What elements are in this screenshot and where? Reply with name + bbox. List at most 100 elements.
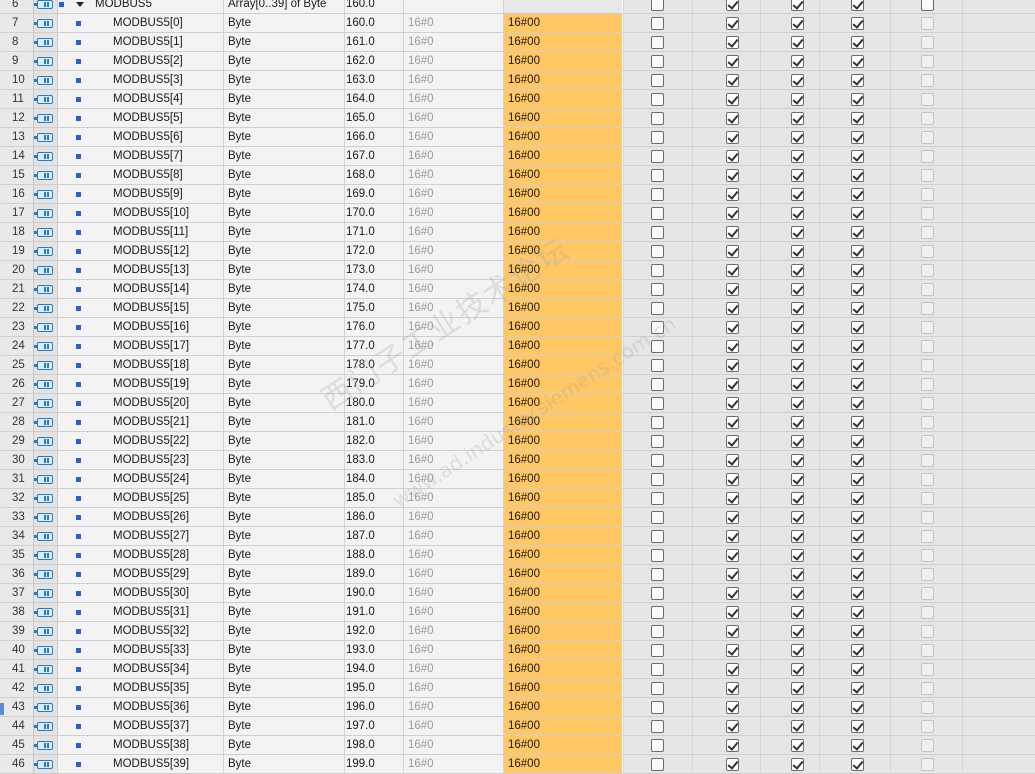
writable-from-hmi-checkbox[interactable] [791,359,804,372]
accessible-from-hmi-checkbox[interactable] [726,416,739,429]
accessible-from-hmi-checkbox[interactable] [726,587,739,600]
name-cell[interactable]: MODBUS5[11] [90,223,224,241]
retain-checkbox[interactable] [651,36,664,49]
retain-checkbox[interactable] [651,226,664,239]
name-cell[interactable]: MODBUS5[26] [90,508,224,526]
retain-checkbox[interactable] [651,188,664,201]
visible-in-hmi-checkbox[interactable] [851,568,864,581]
accessible-from-hmi-checkbox[interactable] [726,663,739,676]
visible-in-hmi-checkbox[interactable] [851,340,864,353]
retain-checkbox[interactable] [651,17,664,30]
writable-from-hmi-checkbox[interactable] [791,663,804,676]
start-value-cell[interactable]: 16#0 [404,432,504,450]
table-row[interactable]: 35 MODBUS5[28] Byte 188.0 16#0 16#00 [0,546,1035,565]
data-type-cell[interactable]: Byte [224,527,345,545]
accessible-from-hmi-checkbox[interactable] [726,644,739,657]
accessible-from-hmi-checkbox[interactable] [726,473,739,486]
table-row[interactable]: 43 MODBUS5[36] Byte 196.0 16#0 16#00 [0,698,1035,717]
retain-checkbox[interactable] [651,264,664,277]
name-cell[interactable]: MODBUS5[17] [90,337,224,355]
data-type-cell[interactable]: Byte [224,223,345,241]
table-row[interactable]: 44 MODBUS5[37] Byte 197.0 16#0 16#00 [0,717,1035,736]
writable-from-hmi-checkbox[interactable] [791,416,804,429]
name-cell[interactable]: MODBUS5[5] [90,109,224,127]
visible-in-hmi-checkbox[interactable] [851,0,864,11]
start-value-cell[interactable]: 16#0 [404,52,504,70]
table-row[interactable]: 42 MODBUS5[35] Byte 195.0 16#0 16#00 [0,679,1035,698]
visible-in-hmi-checkbox[interactable] [851,644,864,657]
visible-in-hmi-checkbox[interactable] [851,17,864,30]
accessible-from-hmi-checkbox[interactable] [726,454,739,467]
name-cell[interactable]: MODBUS5[9] [90,185,224,203]
start-value-cell[interactable]: 16#0 [404,261,504,279]
name-cell[interactable]: MODBUS5[37] [90,717,224,735]
start-value-cell[interactable]: 16#0 [404,394,504,412]
retain-checkbox[interactable] [651,93,664,106]
name-cell[interactable]: MODBUS5[39] [90,755,224,773]
retain-checkbox[interactable] [651,207,664,220]
retain-checkbox[interactable] [651,378,664,391]
start-value-cell[interactable]: 16#0 [404,736,504,754]
name-cell[interactable]: MODBUS5[30] [90,584,224,602]
start-value-cell[interactable]: 16#0 [404,318,504,336]
accessible-from-hmi-checkbox[interactable] [726,169,739,182]
retain-checkbox[interactable] [651,473,664,486]
start-value-cell[interactable]: 16#0 [404,755,504,773]
visible-in-hmi-checkbox[interactable] [851,321,864,334]
name-cell[interactable]: MODBUS5[33] [90,641,224,659]
accessible-from-hmi-checkbox[interactable] [726,378,739,391]
data-type-cell[interactable]: Byte [224,603,345,621]
start-value-cell[interactable]: 16#0 [404,71,504,89]
writable-from-hmi-checkbox[interactable] [791,93,804,106]
data-type-cell[interactable]: Byte [224,280,345,298]
writable-from-hmi-checkbox[interactable] [791,36,804,49]
table-row[interactable]: 16 MODBUS5[9] Byte 169.0 16#0 16#00 [0,185,1035,204]
data-type-cell[interactable]: Byte [224,318,345,336]
table-row[interactable]: 17 MODBUS5[10] Byte 170.0 16#0 16#00 [0,204,1035,223]
data-type-cell[interactable]: Byte [224,147,345,165]
start-value-cell[interactable]: 16#0 [404,14,504,32]
retain-checkbox[interactable] [651,397,664,410]
name-cell[interactable]: MODBUS5[13] [90,261,224,279]
start-value-cell[interactable] [404,0,504,13]
visible-in-hmi-checkbox[interactable] [851,36,864,49]
start-value-cell[interactable]: 16#0 [404,242,504,260]
writable-from-hmi-checkbox[interactable] [791,492,804,505]
data-type-cell[interactable]: Byte [224,375,345,393]
retain-checkbox[interactable] [651,340,664,353]
writable-from-hmi-checkbox[interactable] [791,302,804,315]
data-type-cell[interactable]: Byte [224,109,345,127]
table-row[interactable]: 40 MODBUS5[33] Byte 193.0 16#0 16#00 [0,641,1035,660]
visible-in-hmi-checkbox[interactable] [851,188,864,201]
writable-from-hmi-checkbox[interactable] [791,739,804,752]
start-value-cell[interactable]: 16#0 [404,185,504,203]
start-value-cell[interactable]: 16#0 [404,546,504,564]
retain-checkbox[interactable] [651,511,664,524]
writable-from-hmi-checkbox[interactable] [791,625,804,638]
table-row[interactable]: 19 MODBUS5[12] Byte 172.0 16#0 16#00 [0,242,1035,261]
start-value-cell[interactable]: 16#0 [404,204,504,222]
writable-from-hmi-checkbox[interactable] [791,549,804,562]
setpoint-checkbox[interactable] [921,0,934,11]
data-type-cell[interactable]: Byte [224,660,345,678]
name-cell[interactable]: MODBUS5[1] [90,33,224,51]
table-row[interactable]: 46 MODBUS5[39] Byte 199.0 16#0 16#00 [0,755,1035,774]
data-type-cell[interactable]: Byte [224,242,345,260]
data-type-cell[interactable]: Byte [224,204,345,222]
accessible-from-hmi-checkbox[interactable] [726,701,739,714]
start-value-cell[interactable]: 16#0 [404,679,504,697]
visible-in-hmi-checkbox[interactable] [851,169,864,182]
accessible-from-hmi-checkbox[interactable] [726,359,739,372]
table-row[interactable]: 11 MODBUS5[4] Byte 164.0 16#0 16#00 [0,90,1035,109]
writable-from-hmi-checkbox[interactable] [791,720,804,733]
retain-checkbox[interactable] [651,549,664,562]
table-row[interactable]: 7 MODBUS5[0] Byte 160.0 16#0 16#00 [0,14,1035,33]
accessible-from-hmi-checkbox[interactable] [726,758,739,771]
data-type-cell[interactable]: Byte [224,90,345,108]
collapse-triangle-icon[interactable] [76,2,84,7]
start-value-cell[interactable]: 16#0 [404,698,504,716]
retain-checkbox[interactable] [651,720,664,733]
scroll-position-marker[interactable] [0,703,4,715]
start-value-cell[interactable]: 16#0 [404,584,504,602]
start-value-cell[interactable]: 16#0 [404,603,504,621]
